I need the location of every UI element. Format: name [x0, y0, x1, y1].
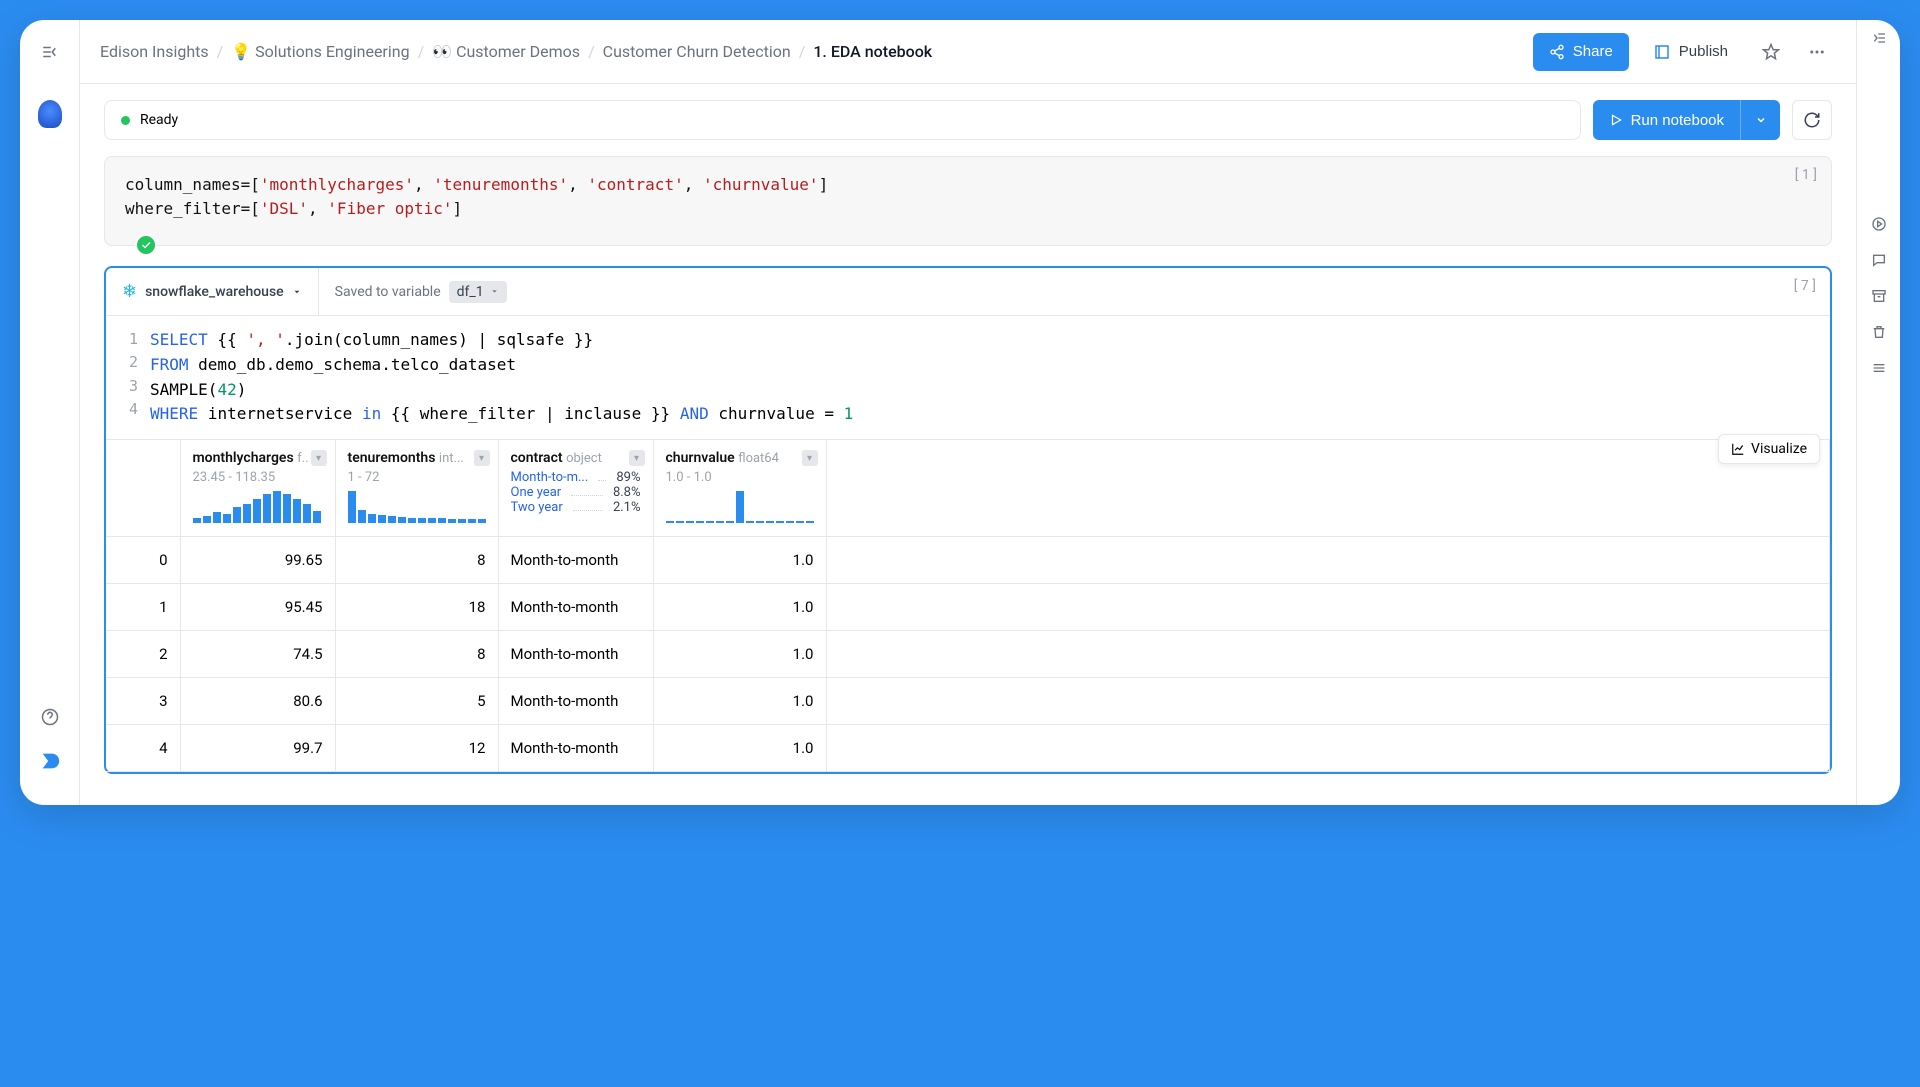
table-row[interactable]: 4 99.7 12 Month-to-month 1.0: [106, 725, 1830, 772]
app-logo-icon: [38, 100, 62, 128]
collapse-right-icon[interactable]: [1871, 30, 1887, 46]
share-label: Share: [1573, 43, 1613, 60]
cell-exec-count: [ 7 ]: [1794, 278, 1816, 294]
breadcrumb-current[interactable]: 1. EDA notebook: [813, 42, 932, 61]
sql-code-block[interactable]: 1234 SELECT {{ ', '.join(column_names) |…: [106, 316, 1830, 439]
visualize-button[interactable]: Visualize: [1718, 434, 1820, 464]
share-button[interactable]: Share: [1533, 33, 1629, 71]
variable-selector[interactable]: Saved to variable df_1: [319, 268, 523, 315]
sql-lines[interactable]: SELECT {{ ', '.join(column_names) | sqls…: [150, 328, 1830, 427]
more-icon[interactable]: [1798, 33, 1836, 71]
breadcrumb-sep: /: [799, 42, 806, 61]
breadcrumb-l1[interactable]: 💡 Solutions Engineering: [231, 42, 409, 61]
column-header[interactable]: ▾ monthlycharges f..23.45 - 118.35: [181, 440, 335, 536]
archive-icon[interactable]: [1871, 288, 1887, 304]
column-menu-icon[interactable]: ▾: [311, 450, 327, 466]
status-bar: Ready Run notebook: [80, 84, 1856, 156]
breadcrumbs: Edison Insights / 💡 Solutions Engineerin…: [100, 42, 1525, 61]
breadcrumb-root[interactable]: Edison Insights: [100, 42, 209, 61]
breadcrumb-l2[interactable]: 👀 Customer Demos: [432, 42, 580, 61]
table-row[interactable]: 2 74.5 8 Month-to-month 1.0: [106, 631, 1830, 678]
chevron-down-icon: [292, 287, 302, 297]
column-header[interactable]: ▾ churnvalue float641.0 - 1.0: [654, 440, 826, 536]
cell-exec-count: [ 1 ]: [1795, 167, 1817, 183]
column-menu-icon[interactable]: ▾: [802, 450, 818, 466]
sql-cell[interactable]: [ 7 ] ❄ snowflake_warehouse Saved to var…: [104, 266, 1832, 774]
table-row[interactable]: 1 95.45 18 Month-to-month 1.0: [106, 584, 1830, 631]
sparkline-icon: [348, 491, 486, 523]
run-icon[interactable]: [1871, 216, 1887, 232]
status-dot-icon: [121, 116, 130, 125]
run-button-group: Run notebook: [1593, 100, 1780, 140]
table-row[interactable]: 3 80.6 5 Month-to-month 1.0: [106, 678, 1830, 725]
breadcrumb-sep: /: [418, 42, 425, 61]
star-icon[interactable]: [1752, 33, 1790, 71]
left-rail: [20, 20, 80, 805]
comment-icon[interactable]: [1871, 252, 1887, 268]
app-window: Edison Insights / 💡 Solutions Engineerin…: [20, 20, 1900, 805]
table-header-row: ▾ monthlycharges f..23.45 - 118.35 ▾ ten…: [106, 440, 1830, 537]
warehouse-selector[interactable]: ❄ snowflake_warehouse: [106, 268, 319, 315]
deepnote-logo-icon[interactable]: [34, 745, 66, 777]
help-icon[interactable]: [34, 701, 66, 733]
breadcrumb-l3[interactable]: Customer Churn Detection: [603, 42, 791, 61]
notebook-content: [ 1 ] column_names=['monthlycharges', 't…: [80, 156, 1856, 805]
visualize-label: Visualize: [1751, 441, 1807, 457]
kernel-status[interactable]: Ready: [104, 100, 1581, 140]
publish-label: Publish: [1679, 43, 1728, 60]
menu-icon[interactable]: [1871, 360, 1887, 376]
run-label: Run notebook: [1631, 112, 1724, 129]
sparkline-icon: [666, 491, 814, 523]
main-area: Edison Insights / 💡 Solutions Engineerin…: [80, 20, 1856, 805]
saved-label: Saved to variable: [335, 284, 441, 300]
sparkline-icon: [193, 491, 323, 523]
topbar: Edison Insights / 💡 Solutions Engineerin…: [80, 20, 1856, 84]
chevron-down-icon: [490, 287, 499, 296]
variable-pill[interactable]: df_1: [449, 281, 507, 303]
cell-code[interactable]: column_names=['monthlycharges', 'tenurem…: [105, 157, 1831, 245]
line-gutter: 1234: [106, 328, 150, 427]
sql-cell-header: ❄ snowflake_warehouse Saved to variable …: [106, 268, 1830, 316]
table-row[interactable]: 0 99.65 8 Month-to-month 1.0: [106, 537, 1830, 584]
column-header[interactable]: ▾ tenuremonths int...1 - 72: [336, 440, 498, 536]
code-cell-1[interactable]: [ 1 ] column_names=['monthlycharges', 't…: [104, 156, 1832, 246]
breadcrumb-sep: /: [588, 42, 595, 61]
trash-icon[interactable]: [1871, 324, 1887, 340]
warehouse-name: snowflake_warehouse: [145, 284, 284, 300]
column-menu-icon[interactable]: ▾: [474, 450, 490, 466]
status-label: Ready: [140, 112, 178, 128]
success-badge-icon: [135, 234, 157, 256]
right-rail: [1856, 20, 1900, 805]
refresh-button[interactable]: [1792, 100, 1832, 140]
publish-button[interactable]: Publish: [1637, 33, 1744, 71]
breadcrumb-sep: /: [217, 42, 224, 61]
run-dropdown-button[interactable]: [1740, 100, 1780, 140]
run-notebook-button[interactable]: Run notebook: [1593, 100, 1740, 140]
result-table: ▾ monthlycharges f..23.45 - 118.35 ▾ ten…: [106, 439, 1830, 772]
column-menu-icon[interactable]: ▾: [629, 450, 645, 466]
variable-name: df_1: [457, 284, 484, 300]
column-header[interactable]: ▾ contract objectMonth-to-m...89%One yea…: [499, 440, 653, 536]
snowflake-icon: ❄: [122, 281, 137, 302]
collapse-sidebar-icon[interactable]: [34, 36, 66, 68]
